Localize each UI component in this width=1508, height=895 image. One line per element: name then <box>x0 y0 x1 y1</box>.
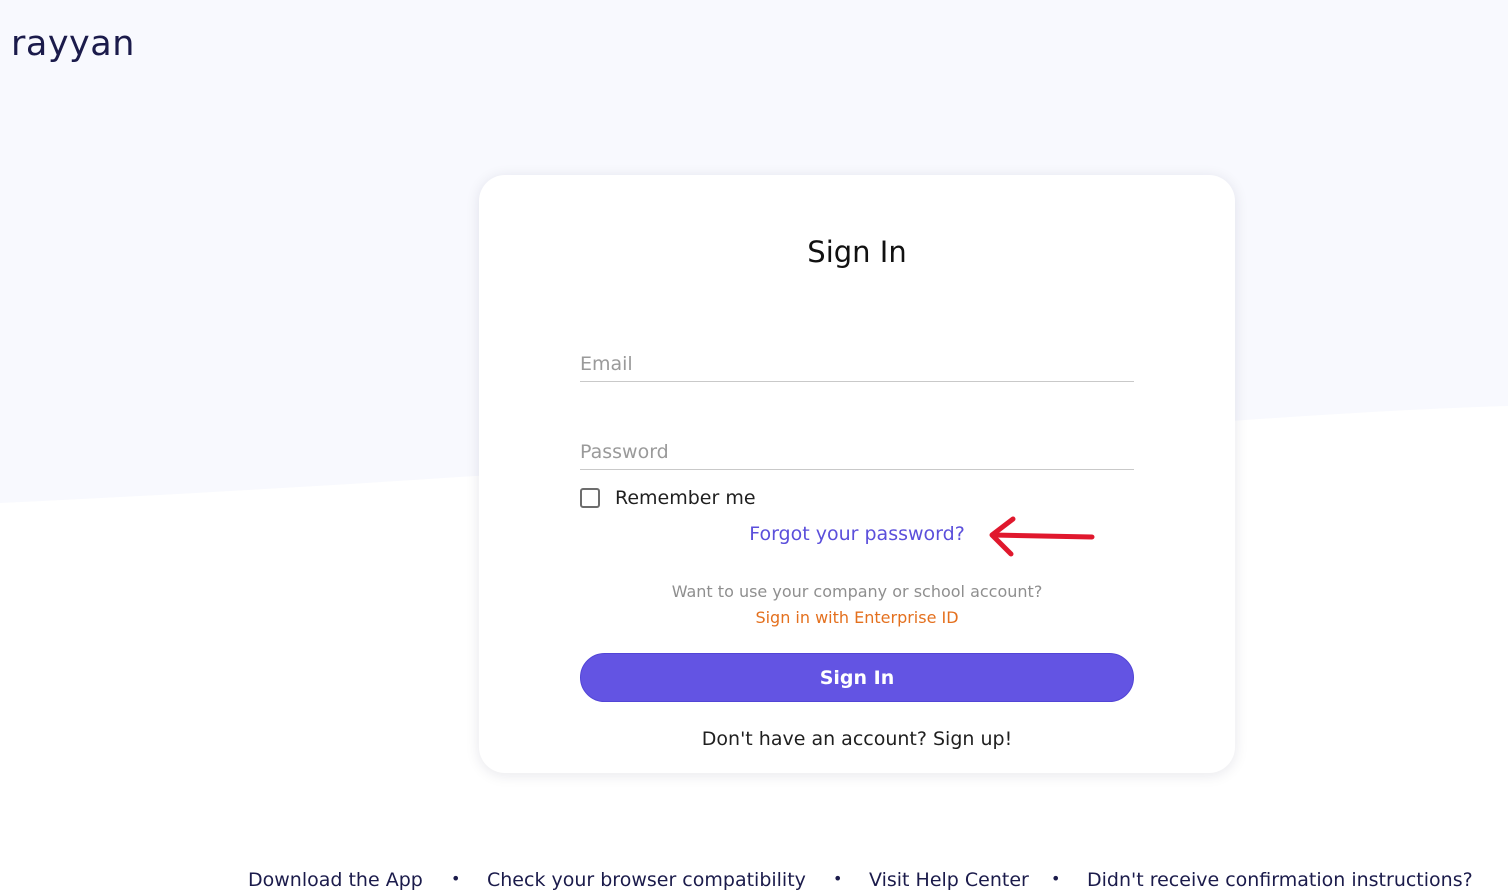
footer-link-download-app[interactable]: Download the App <box>248 869 423 891</box>
rayyan-logo[interactable]: rayyan <box>11 24 135 64</box>
email-field[interactable] <box>580 347 1134 382</box>
signin-card: Sign In Remember me Forgot your password… <box>479 175 1235 773</box>
page-title: Sign In <box>807 235 907 269</box>
password-field[interactable] <box>580 435 1134 470</box>
remember-me-label: Remember me <box>615 487 756 509</box>
enterprise-signin-link[interactable]: Sign in with Enterprise ID <box>479 608 1235 627</box>
footer-link-confirmation-instructions[interactable]: Didn't receive confirmation instructions… <box>1087 869 1473 891</box>
footer-separator: • <box>833 869 843 888</box>
checkbox-unchecked-icon[interactable] <box>580 488 600 508</box>
forgot-password-link[interactable]: Forgot your password? <box>479 523 1235 545</box>
sign-in-button[interactable]: Sign In <box>580 653 1134 702</box>
red-arrow-icon <box>989 516 1095 557</box>
remember-me-toggle[interactable]: Remember me <box>580 487 756 509</box>
enterprise-prompt: Want to use your company or school accou… <box>671 582 1043 601</box>
footer-link-browser-compatibility[interactable]: Check your browser compatibility <box>487 869 806 891</box>
footer-link-help-center[interactable]: Visit Help Center <box>869 869 1029 891</box>
signup-link[interactable]: Don't have an account? Sign up! <box>479 728 1235 750</box>
footer-separator: • <box>1051 869 1061 888</box>
footer-separator: • <box>451 869 461 888</box>
footer-links: Download the App • Check your browser co… <box>0 867 1508 895</box>
